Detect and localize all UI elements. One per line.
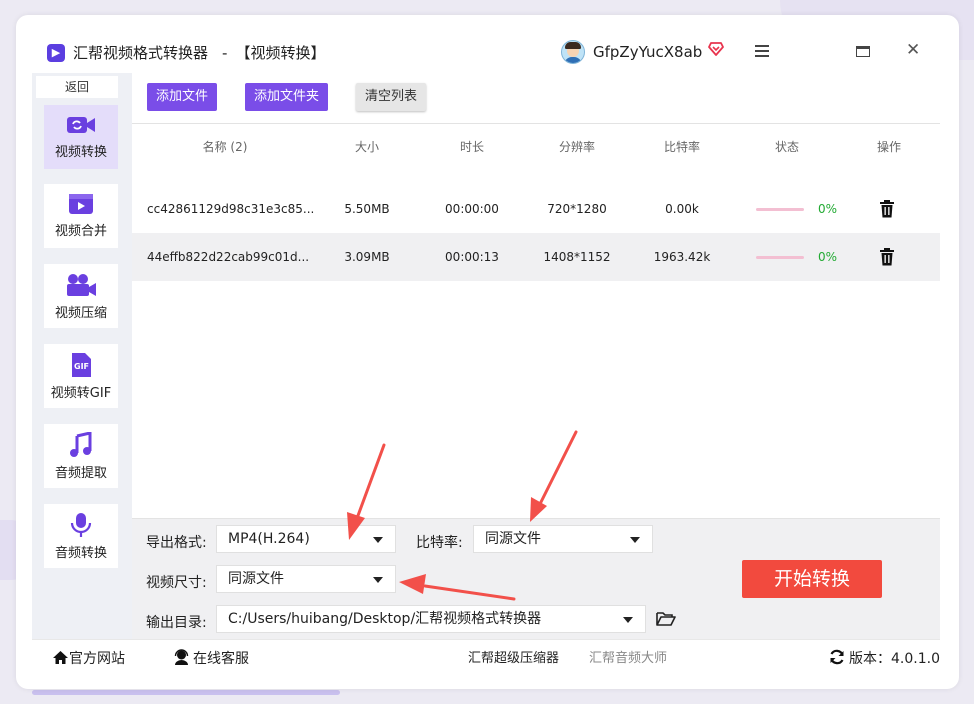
chevron-down-icon (373, 537, 383, 543)
title-separator: - (222, 44, 228, 62)
chevron-down-icon (630, 537, 640, 543)
version-info[interactable]: 版本：4.0.1.0 (829, 640, 940, 678)
support-agent-icon (174, 649, 189, 665)
sidebar-item-label: 视频转换 (54, 145, 107, 160)
header-action: 操作 (876, 140, 901, 154)
sidebar-item-label: 视频压缩 (54, 306, 107, 321)
official-website-label: 官方网站 (69, 651, 125, 667)
footer: 官方网站 在线客服 汇帮超级压缩器 汇帮音频大师 版本：4.0.1.0 (32, 639, 940, 680)
file-table: 名称 (2) 大小 时长 分辨率 比特率 状态 操作 cc42861129d98… (132, 123, 940, 519)
format-select[interactable]: MP4(H.264) (216, 525, 396, 553)
size-label: 视频尺寸: (146, 575, 207, 591)
sidebar-item-video-convert[interactable]: 视频转换 (44, 105, 118, 169)
menu-icon[interactable] (755, 45, 769, 57)
sidebar-item-label: 视频转GIF (50, 386, 112, 401)
table-header: 名称 (2) 大小 时长 分辨率 比特率 状态 操作 (132, 124, 940, 170)
file-resolution: 720*1280 (547, 202, 607, 216)
sidebar-item-video-merge[interactable]: 视频合并 (44, 184, 118, 248)
version-label: 版本： (849, 651, 891, 667)
video-convert-icon (67, 117, 95, 133)
format-label: 导出格式: (146, 535, 207, 551)
settings-panel: 导出格式: MP4(H.264) 比特率: 同源文件 视频尺寸: 同源文件 输出… (132, 518, 940, 640)
file-bitrate: 0.00k (665, 202, 699, 216)
gif-icon: GIF (72, 353, 91, 377)
bitrate-label: 比特率: (416, 535, 463, 551)
sidebar-item-label: 音频提取 (54, 466, 107, 481)
start-convert-button[interactable]: 开始转换 (742, 560, 882, 598)
home-icon (53, 651, 68, 664)
window-title: 汇帮视频格式转换器 - 【视频转换】 (73, 42, 325, 63)
sidebar: 返回 视频转换 视频合并 视频压缩 GIF 视频转GIF 音频提取 音频转换 (32, 73, 132, 639)
sidebar-item-audio-convert[interactable]: 音频转换 (44, 504, 118, 568)
header-duration: 时长 (459, 140, 484, 154)
progress-percent: 0% (818, 202, 838, 216)
progress-percent: 0% (818, 250, 838, 264)
folder-open-icon[interactable] (656, 611, 676, 627)
format-value: MP4(H.264) (228, 531, 310, 547)
music-icon (70, 432, 92, 457)
compressor-link[interactable]: 汇帮超级压缩器 (468, 640, 559, 678)
file-name: cc42861129d98c31e3c85... (147, 202, 315, 216)
online-support-label: 在线客服 (193, 651, 249, 667)
video-compress-icon (67, 274, 96, 296)
header-size: 大小 (354, 140, 379, 154)
sidebar-item-audio-extract[interactable]: 音频提取 (44, 424, 118, 488)
header-status: 状态 (774, 140, 799, 154)
sidebar-item-video-compress[interactable]: 视频压缩 (44, 264, 118, 328)
app-logo-icon: ▶ (47, 44, 65, 62)
output-label: 输出目录: (146, 615, 207, 631)
official-website-link[interactable]: 官方网站 (52, 640, 125, 678)
file-duration: 00:00:13 (445, 250, 499, 264)
size-value: 同源文件 (228, 571, 284, 587)
video-merge-icon (69, 194, 93, 214)
bitrate-value: 同源文件 (485, 531, 541, 547)
header-bitrate: 比特率 (663, 140, 700, 154)
back-button[interactable]: 返回 (36, 76, 118, 98)
chevron-down-icon (373, 577, 383, 583)
header-name: 名称 (2) (202, 140, 248, 154)
file-size: 5.50MB (344, 202, 390, 216)
section-name: 【视频转换】 (235, 44, 326, 62)
user-name[interactable]: GfpZyYucX8ab (593, 43, 702, 61)
audio-master-link[interactable]: 汇帮音频大师 (589, 640, 667, 678)
file-duration: 00:00:00 (445, 202, 499, 216)
vip-diamond-icon[interactable] (708, 41, 724, 57)
background-bar (32, 690, 340, 695)
microphone-icon (70, 513, 92, 537)
file-bitrate: 1963.42k (653, 250, 711, 264)
sidebar-item-label: 视频合并 (54, 224, 107, 239)
output-dir-value: C:/Users/huibang/Desktop/汇帮视频格式转换器 (228, 611, 542, 627)
clear-list-button[interactable]: 清空列表 (356, 83, 427, 111)
trash-icon[interactable] (879, 199, 895, 218)
version-value: 4.0.1.0 (891, 651, 940, 667)
table-row[interactable]: 44effb822d22cab99c01d... 3.09MB 00:00:13… (132, 233, 940, 281)
file-name: 44effb822d22cab99c01d... (147, 250, 310, 264)
avatar[interactable] (561, 40, 585, 64)
bitrate-select[interactable]: 同源文件 (473, 525, 653, 553)
chevron-down-icon (623, 617, 633, 623)
svg-text:GIF: GIF (74, 362, 89, 371)
add-file-button[interactable]: 添加文件 (147, 83, 218, 111)
trash-icon[interactable] (879, 247, 895, 266)
sidebar-item-label: 音频转换 (54, 546, 107, 561)
app-name: 汇帮视频格式转换器 (73, 44, 209, 62)
refresh-icon (830, 649, 844, 665)
header-resolution: 分辨率 (558, 140, 595, 154)
progress-bar (756, 256, 804, 259)
sidebar-item-video-gif[interactable]: GIF 视频转GIF (44, 344, 118, 408)
output-dir-select[interactable]: C:/Users/huibang/Desktop/汇帮视频格式转换器 (216, 605, 646, 633)
main-content: 添加文件 添加文件夹 清空列表 名称 (2) 大小 时长 分辨率 比特率 状态 … (132, 73, 940, 640)
size-select[interactable]: 同源文件 (216, 565, 396, 593)
add-folder-button[interactable]: 添加文件夹 (245, 83, 329, 111)
file-resolution: 1408*1152 (543, 250, 611, 264)
title-bar: ▶ 汇帮视频格式转换器 - 【视频转换】 GfpZyYucX8ab ✕ (16, 15, 959, 73)
close-icon[interactable]: ✕ (906, 42, 920, 59)
file-size: 3.09MB (344, 250, 390, 264)
table-row[interactable]: cc42861129d98c31e3c85... 5.50MB 00:00:00… (132, 185, 940, 233)
progress-bar (756, 208, 804, 211)
maximize-icon[interactable] (856, 46, 870, 57)
app-window: ▶ 汇帮视频格式转换器 - 【视频转换】 GfpZyYucX8ab ✕ 返回 视频转… (16, 15, 959, 689)
online-support-link[interactable]: 在线客服 (173, 640, 249, 678)
